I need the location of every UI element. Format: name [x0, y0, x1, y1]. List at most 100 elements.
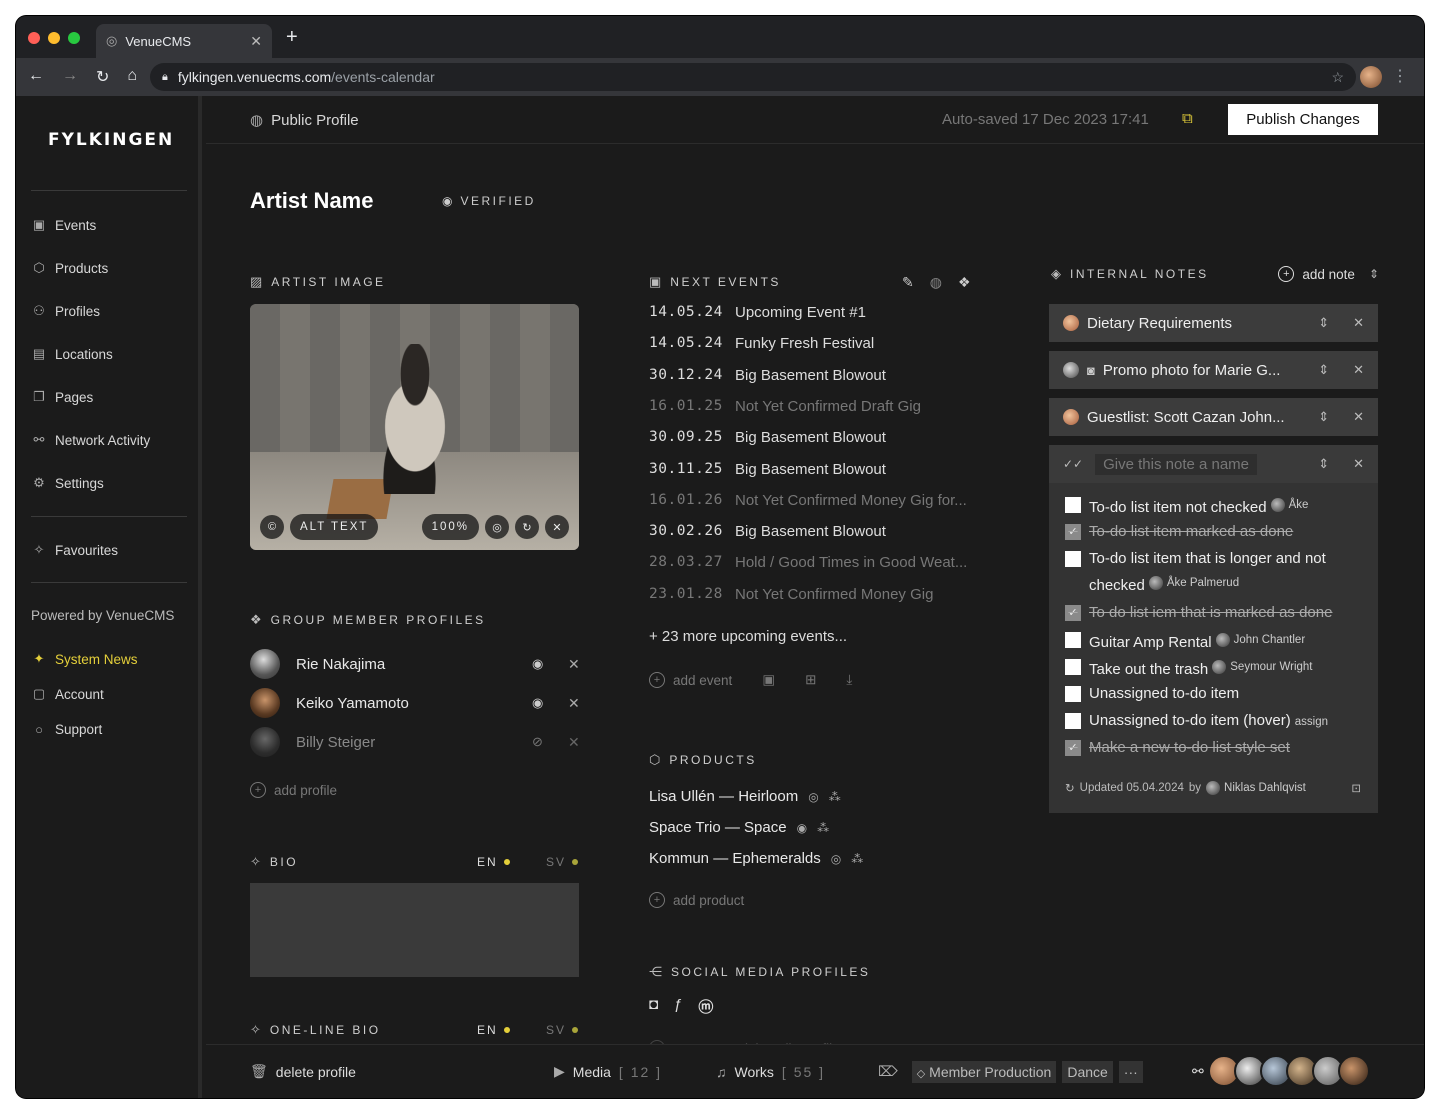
mastodon-icon[interactable]: ⓜ [698, 996, 713, 1017]
download-icon[interactable]: ⤓ [846, 672, 852, 688]
add-profile-button[interactable]: + add profile [250, 782, 337, 798]
todo-assignee[interactable]: Åke [1270, 493, 1308, 517]
todo-checkbox[interactable] [1065, 659, 1081, 675]
lang-sv[interactable]: SV [546, 855, 579, 869]
eye-icon[interactable]: ◉ [532, 695, 543, 711]
forward-icon[interactable]: → [62, 67, 78, 87]
grid-icon[interactable]: ⊞ [805, 672, 816, 688]
sidebar-item-pages[interactable]: ❐ Pages [31, 389, 93, 405]
close-icon[interactable]: ✕ [1353, 409, 1364, 425]
reload-icon[interactable]: ↻ [96, 67, 109, 87]
eye-off-icon[interactable]: ⊘ [532, 734, 543, 750]
todo-checkbox[interactable] [1065, 632, 1081, 648]
tag-dance[interactable]: Dance [1062, 1060, 1113, 1083]
artist-photo[interactable]: © ALT TEXT 100% ◎ ↻ ✕ [250, 304, 579, 550]
note-collapsed[interactable]: Dietary Requirements ⇕ ✕ [1049, 304, 1378, 342]
product-item[interactable]: Kommun — Ephemeralds ◎ ⁂ [649, 850, 863, 867]
note-collapsed[interactable]: Guestlist: Scott Cazan John... ⇕ ✕ [1049, 398, 1378, 436]
close-icon[interactable]: ✕ [1353, 315, 1364, 331]
publish-changes-button[interactable]: Publish Changes [1228, 104, 1378, 135]
more-tags-button[interactable]: ··· [1118, 1060, 1143, 1083]
eye-icon[interactable]: ◉ [532, 656, 543, 672]
event-row[interactable]: 23.01.28 Not Yet Confirmed Money Gig [649, 586, 933, 603]
network-icon[interactable]: ⚯ [1192, 1063, 1204, 1080]
event-row[interactable]: 30.12.24 Big Basement Blowout [649, 367, 886, 384]
todo-item[interactable]: Guitar Amp Rental John Chantler [1065, 628, 1355, 655]
todo-item[interactable]: To-do list item not checked Åke [1065, 493, 1355, 520]
add-event-button[interactable]: + add event [649, 672, 732, 688]
todo-checkbox[interactable]: ✓ [1065, 605, 1081, 621]
event-row[interactable]: 30.11.25 Big Basement Blowout [649, 461, 886, 478]
pencil-icon[interactable]: ✎ [902, 274, 914, 291]
new-tab-icon[interactable]: + [286, 26, 298, 49]
todo-item[interactable]: ✓ To do list iem that is marked as done [1065, 601, 1355, 625]
add-product-button[interactable]: + add product [649, 892, 744, 908]
artist-name[interactable]: Artist Name [250, 188, 373, 214]
lang-sv[interactable]: SV [546, 1023, 579, 1037]
copyright-icon[interactable]: © [260, 515, 284, 539]
collapse-icon[interactable]: ⇕ [1318, 456, 1329, 472]
back-icon[interactable]: ← [28, 67, 44, 87]
event-row[interactable]: 14.05.24 Funky Fresh Festival [649, 335, 874, 352]
todo-item[interactable]: Unassigned to-do item [1065, 682, 1355, 706]
sidebar-item-locations[interactable]: ▤ Locations [31, 346, 113, 362]
remove-icon[interactable]: ✕ [568, 695, 580, 712]
event-row[interactable]: 14.05.24 Upcoming Event #1 [649, 304, 866, 321]
todo-assignee[interactable]: assign [1295, 710, 1328, 734]
remove-icon[interactable]: ✕ [568, 656, 580, 673]
event-row[interactable]: 30.09.25 Big Basement Blowout [649, 429, 886, 446]
remove-image-icon[interactable]: ✕ [545, 515, 569, 539]
works-button[interactable]: ♫ Works[ 55 ] [716, 1064, 825, 1080]
collaborator-avatars[interactable] [1208, 1055, 1370, 1087]
close-icon[interactable]: ✕ [1353, 362, 1364, 378]
minimize-window-button[interactable] [48, 32, 60, 44]
todo-item[interactable]: To-do list item that is longer and not c… [1065, 547, 1355, 598]
alt-text-button[interactable]: ALT TEXT [290, 514, 379, 540]
todo-item[interactable]: Take out the trash Seymour Wright [1065, 655, 1355, 682]
media-button[interactable]: ▶︎ Media[ 12 ] [554, 1063, 662, 1080]
event-row[interactable]: 16.01.26 Not Yet Confirmed Money Gig for.… [649, 492, 967, 509]
event-row[interactable]: 30.02.26 Big Basement Blowout [649, 523, 886, 540]
close-tab-icon[interactable]: ✕ [250, 33, 262, 50]
sidebar-item-favourites[interactable]: ✧ Favourites [31, 542, 118, 558]
instagram-icon[interactable]: ◘ [649, 996, 658, 1017]
todo-checkbox[interactable] [1065, 497, 1081, 513]
sidebar-item-events[interactable]: ▣ Events [31, 217, 96, 233]
product-item[interactable]: Lisa Ullén — Heirloom ◎ ⁂ [649, 788, 841, 805]
calendar-icon[interactable]: ▣ [762, 672, 775, 688]
member-row[interactable]: Keiko Yamamoto ◉ ✕ [250, 687, 580, 719]
todo-assignee[interactable]: Seymour Wright [1212, 655, 1312, 679]
sidebar-item-system-news[interactable]: ✦ System News [31, 651, 138, 667]
todo-assignee[interactable]: John Chantler [1215, 628, 1305, 652]
expand-icon[interactable]: ⇕ [1318, 362, 1329, 378]
member-row[interactable]: Billy Steiger ⊘ ✕ [250, 726, 580, 758]
external-link-icon[interactable]: ⧉ [1182, 110, 1193, 127]
product-item[interactable]: Space Trio — Space ◉ ⁂ [649, 819, 829, 836]
todo-item[interactable]: ✓ To-do list item marked as done [1065, 520, 1355, 544]
maximize-window-button[interactable] [68, 32, 80, 44]
member-row[interactable]: Rie Nakajima ◉ ✕ [250, 648, 580, 680]
replace-icon[interactable]: ↻ [515, 515, 539, 539]
tag-member-production[interactable]: ◇ Member Production [911, 1060, 1057, 1083]
todo-checkbox[interactable] [1065, 713, 1081, 729]
facebook-icon[interactable]: ƒ [674, 996, 682, 1017]
note-name-input[interactable]: Give this note a name [1095, 453, 1258, 475]
todo-checkbox[interactable]: ✓ [1065, 740, 1081, 756]
lang-en[interactable]: EN [477, 855, 510, 869]
note-collapsed[interactable]: ◙ Promo photo for Marie G... ⇕ ✕ [1049, 351, 1378, 389]
lang-en[interactable]: EN [477, 1023, 510, 1037]
sidebar-item-network-activity[interactable]: ⚯ Network Activity [31, 432, 151, 448]
group-icon[interactable]: ❖ [958, 274, 971, 291]
sidebar-item-products[interactable]: ⬡ Products [31, 260, 108, 276]
lock-icon[interactable]: ⊡ [1351, 781, 1361, 795]
todo-checkbox[interactable] [1065, 551, 1081, 567]
todo-assignee[interactable]: Åke Palmerud [1148, 571, 1239, 595]
browser-tab[interactable]: ◎ VenueCMS ✕ [96, 24, 272, 58]
home-icon[interactable]: ⌂ [127, 67, 137, 87]
close-icon[interactable]: ✕ [1353, 456, 1364, 472]
zoom-level[interactable]: 100% [421, 514, 479, 540]
bookmark-star-icon[interactable]: ☆ [1331, 69, 1344, 86]
more-events-link[interactable]: + 23 more upcoming events... [649, 628, 847, 645]
browser-profile-avatar[interactable] [1360, 66, 1382, 88]
todo-checkbox[interactable]: ✓ [1065, 524, 1081, 540]
